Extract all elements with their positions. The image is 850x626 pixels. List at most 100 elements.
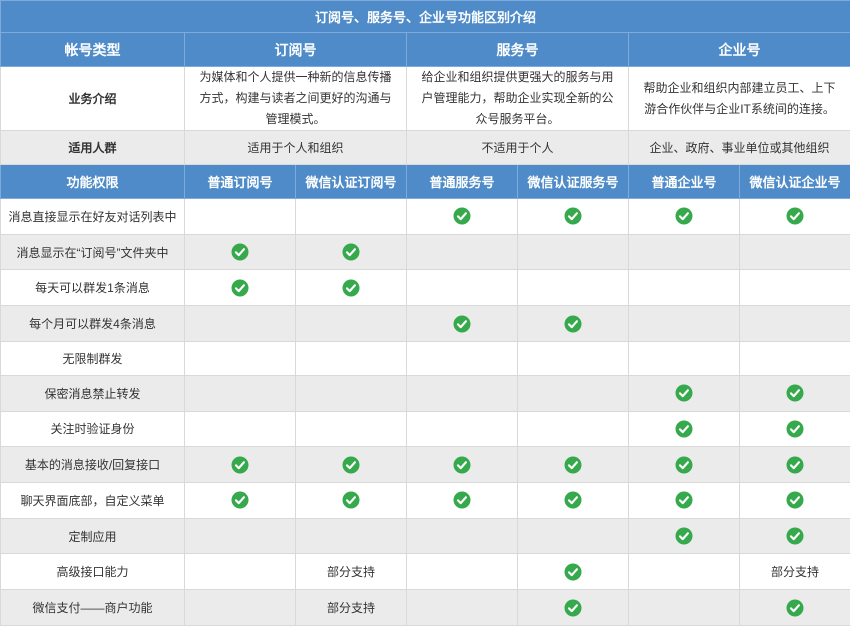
check-icon [786,599,804,617]
feature-label: 定制应用 [1,518,185,554]
feature-cell-empty [185,518,296,554]
audience-label: 适用人群 [1,131,185,165]
feature-cell-empty [629,234,740,270]
feature-row: 每天可以群发1条消息 [1,270,850,306]
check-icon [231,456,249,474]
feature-cell-check [740,482,850,518]
feature-cell-empty [407,554,518,590]
check-icon [231,243,249,261]
feature-cell-check [185,447,296,483]
feature-label: 微信支付——商户功能 [1,590,185,626]
feature-cell-partial: 部分支持 [296,590,407,626]
feature-label: 无限制群发 [1,341,185,375]
account-type-label: 帐号类型 [1,33,185,67]
column-header-normal-service: 普通服务号 [407,165,518,199]
feature-cell-check [629,482,740,518]
feature-cell-empty [407,234,518,270]
feature-cell-empty [407,375,518,411]
feature-row: 消息直接显示在好友对话列表中 [1,199,850,235]
feature-cell-empty [296,411,407,447]
feature-cell-check [518,199,629,235]
feature-label: 每个月可以群发4条消息 [1,306,185,342]
feature-cell-check [629,447,740,483]
check-icon [786,207,804,225]
check-icon [453,456,471,474]
feature-row: 保密消息禁止转发 [1,375,850,411]
check-icon [564,207,582,225]
feature-label: 基本的消息接收/回复接口 [1,447,185,483]
audience-enterprise: 企业、政府、事业单位或其他组织 [629,131,850,165]
feature-cell-empty [185,554,296,590]
comparison-table: 订阅号、服务号、企业号功能区别介绍 帐号类型 订阅号 服务号 企业号 业务介绍 … [0,0,850,626]
feature-cell-check [296,234,407,270]
feature-cell-check [629,375,740,411]
feature-cell-empty [629,270,740,306]
check-icon [786,456,804,474]
feature-cell-empty [518,234,629,270]
partial-support-label: 部分支持 [327,565,375,579]
feature-cell-empty [407,518,518,554]
feature-row: 微信支付——商户功能 部分支持 [1,590,850,626]
check-icon [786,527,804,545]
feature-cell-empty [296,518,407,554]
check-icon [675,207,693,225]
feature-cell-check [185,482,296,518]
feature-cell-empty [185,341,296,375]
business-intro-enterprise: 帮助企业和组织内部建立员工、上下游合作伙伴与企业IT系统间的连接。 [629,67,850,131]
account-type-header-row: 帐号类型 订阅号 服务号 企业号 [1,33,850,67]
feature-cell-empty [296,341,407,375]
feature-cell-check [407,306,518,342]
feature-label: 消息显示在“订阅号”文件夹中 [1,234,185,270]
feature-cell-empty [629,306,740,342]
permissions-header-row: 功能权限 普通订阅号 微信认证订阅号 普通服务号 微信认证服务号 普通企业号 微… [1,165,850,199]
check-icon [453,491,471,509]
feature-row: 基本的消息接收/回复接口 [1,447,850,483]
feature-cell-empty [407,411,518,447]
check-icon [675,456,693,474]
feature-cell-empty [518,518,629,554]
check-icon [231,491,249,509]
feature-cell-empty [185,590,296,626]
table-title-row: 订阅号、服务号、企业号功能区别介绍 [1,1,850,33]
audience-row: 适用人群 适用于个人和组织 不适用于个人 企业、政府、事业单位或其他组织 [1,131,850,165]
column-header-normal-enterprise: 普通企业号 [629,165,740,199]
column-header-normal-subscription: 普通订阅号 [185,165,296,199]
check-icon [231,279,249,297]
feature-cell-empty [296,306,407,342]
feature-cell-check [740,447,850,483]
check-icon [342,456,360,474]
permissions-label: 功能权限 [1,165,185,199]
check-icon [453,315,471,333]
feature-cell-empty [518,341,629,375]
feature-cell-partial: 部分支持 [296,554,407,590]
feature-cell-empty [518,411,629,447]
feature-label: 消息直接显示在好友对话列表中 [1,199,185,235]
check-icon [786,420,804,438]
feature-label: 每天可以群发1条消息 [1,270,185,306]
feature-cell-check [518,447,629,483]
feature-cell-empty [629,590,740,626]
feature-cell-check [518,590,629,626]
check-icon [342,279,360,297]
feature-cell-check [407,447,518,483]
partial-support-label: 部分支持 [327,601,375,615]
business-intro-subscription: 为媒体和个人提供一种新的信息传播方式，构建与读者之间更好的沟通与管理模式。 [185,67,407,131]
business-intro-service: 给企业和组织提供更强大的服务与用户管理能力，帮助企业实现全新的公众号服务平台。 [407,67,629,131]
feature-label: 聊天界面底部，自定义菜单 [1,482,185,518]
column-header-enterprise: 企业号 [629,33,850,67]
feature-cell-check [740,199,850,235]
feature-cell-check [407,482,518,518]
check-icon [453,207,471,225]
feature-cell-empty [518,270,629,306]
partial-support-label: 部分支持 [771,565,819,579]
feature-cell-empty [740,306,850,342]
column-header-verified-enterprise: 微信认证企业号 [740,165,850,199]
business-intro-row: 业务介绍 为媒体和个人提供一种新的信息传播方式，构建与读者之间更好的沟通与管理模… [1,67,850,131]
feature-cell-check [740,590,850,626]
feature-cell-empty [740,234,850,270]
check-icon [342,243,360,261]
feature-row: 无限制群发 [1,341,850,375]
feature-cell-check [518,482,629,518]
column-header-verified-subscription: 微信认证订阅号 [296,165,407,199]
check-icon [675,491,693,509]
